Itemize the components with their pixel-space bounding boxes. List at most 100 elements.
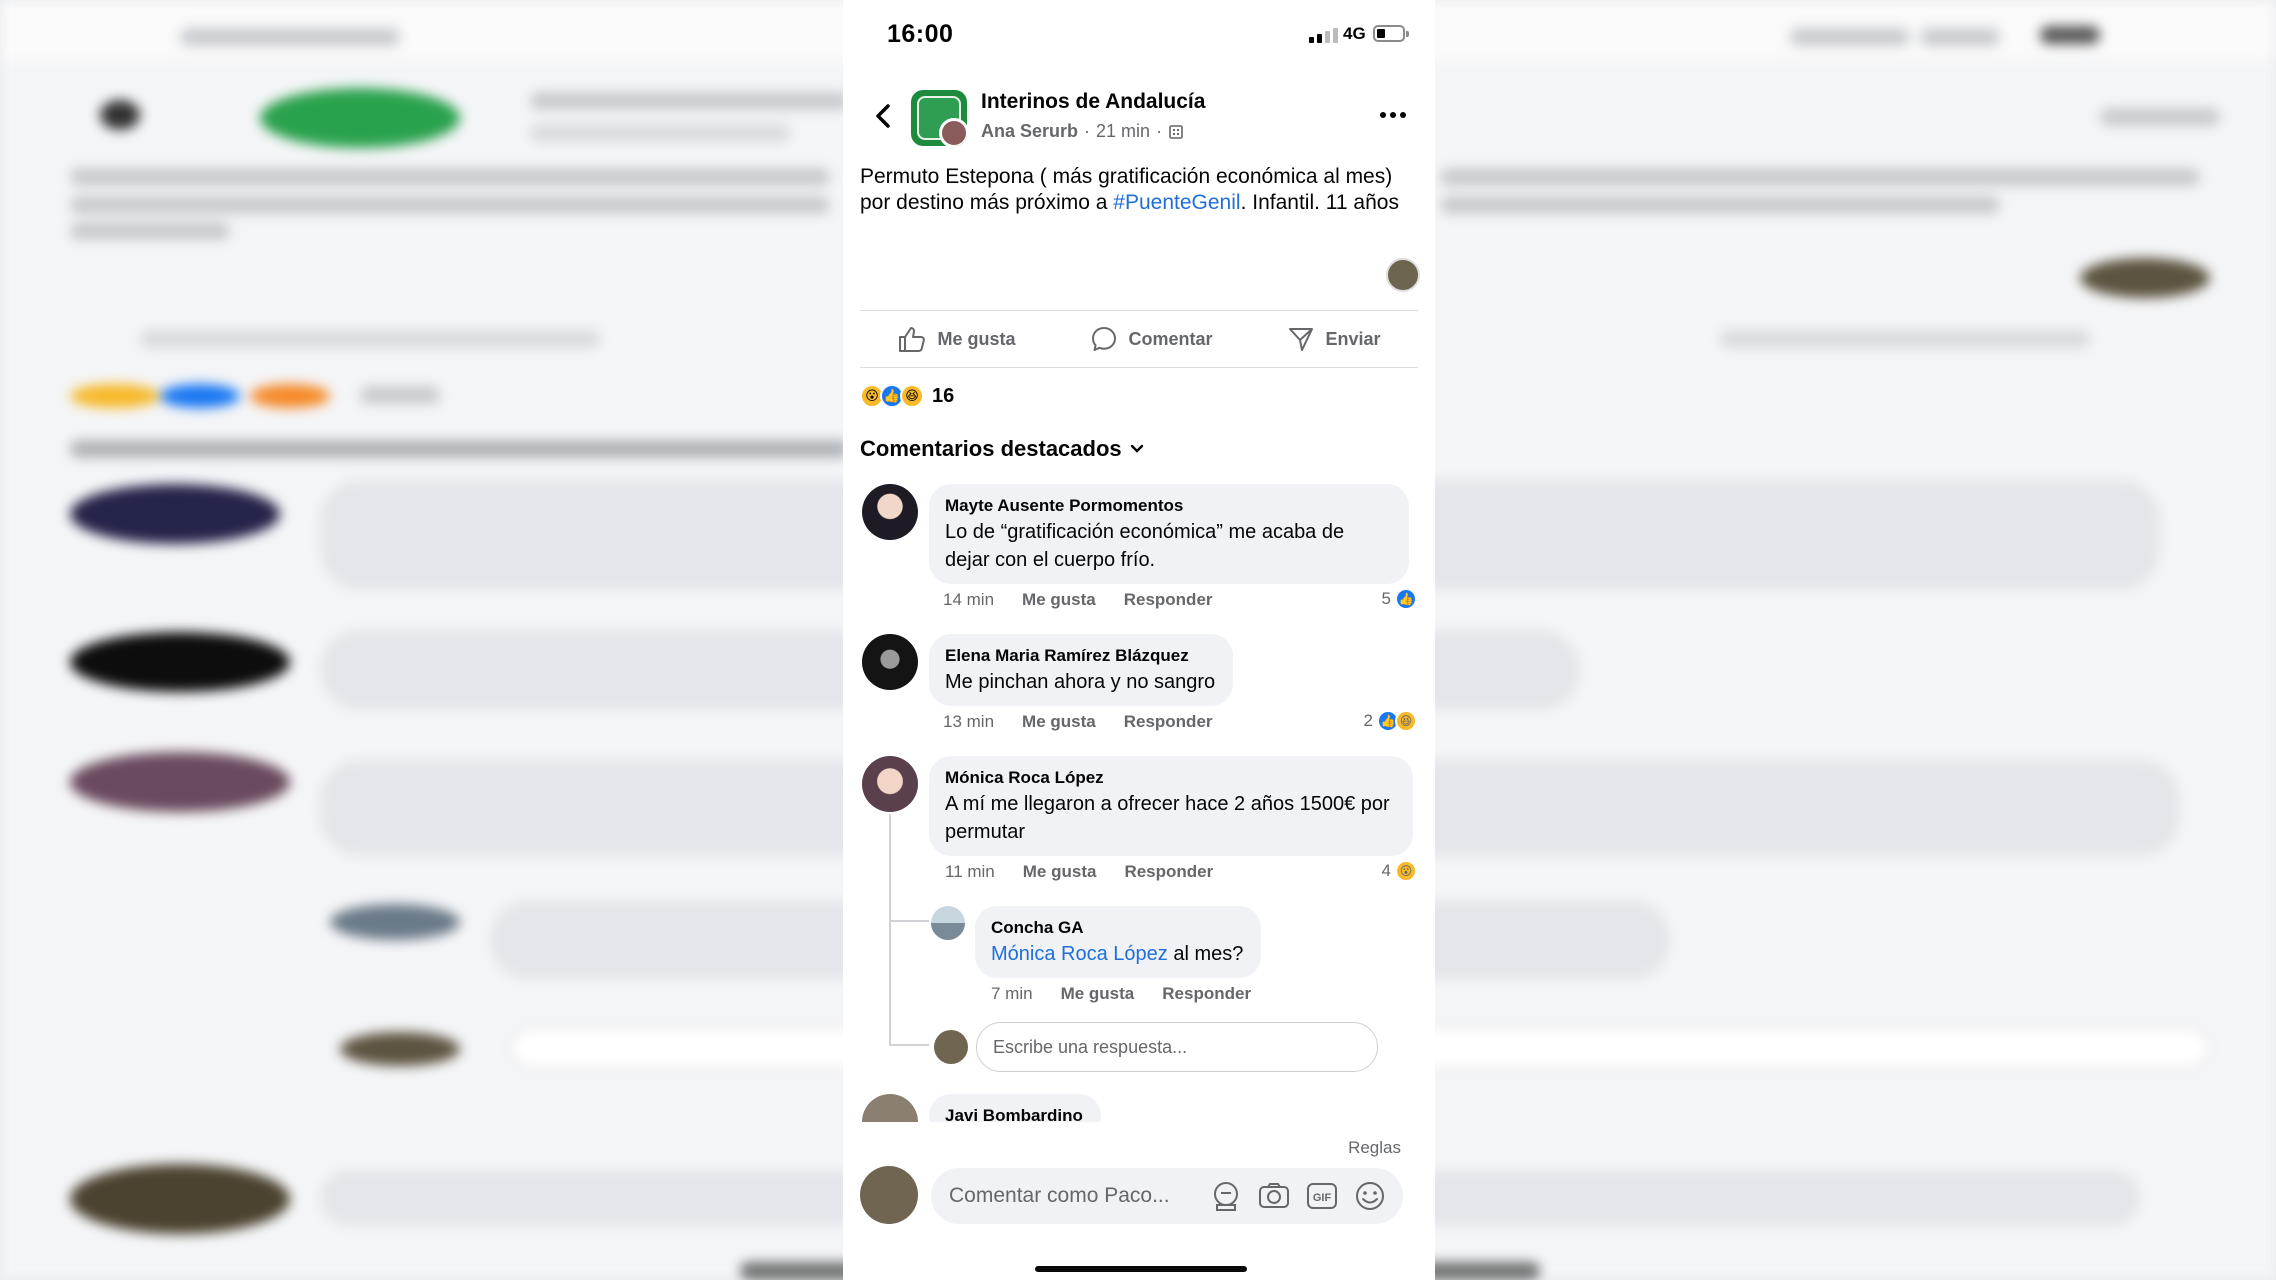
hashtag-link[interactable]: #PuenteGenil bbox=[1113, 191, 1240, 214]
comment-like-button[interactable]: Me gusta bbox=[1023, 862, 1097, 882]
back-button[interactable] bbox=[863, 96, 903, 136]
emoji-icon[interactable] bbox=[1353, 1179, 1387, 1213]
reply-text-body: al mes? bbox=[1167, 943, 1244, 965]
replier-name[interactable]: Concha GA bbox=[991, 916, 1243, 940]
replier-avatar[interactable] bbox=[931, 906, 965, 940]
comment-reactions[interactable]: 2 👍 😆 bbox=[1364, 710, 1417, 732]
comment-reaction-count: 5 bbox=[1381, 589, 1391, 608]
comment-text: Me pinchan ahora y no sangro bbox=[945, 671, 1216, 693]
comment-bubble-icon bbox=[1092, 327, 1117, 351]
comment-time: 13 min bbox=[943, 712, 995, 731]
thumbs-up-icon bbox=[899, 327, 926, 352]
reply-input[interactable]: Escribe una respuesta... bbox=[976, 1022, 1378, 1072]
comment-text: Lo de “gratificación económica” me acaba… bbox=[945, 521, 1345, 571]
post-action-bar: Me gusta Comentar Enviar bbox=[860, 310, 1418, 368]
like-button[interactable]: Me gusta bbox=[897, 325, 1016, 353]
comment-reaction-count: 2 bbox=[1363, 711, 1373, 730]
reply-text: Mónica Roca López al mes? bbox=[991, 940, 1243, 968]
meta-separator: · bbox=[1156, 121, 1163, 141]
commenter-name[interactable]: Mónica Roca López bbox=[945, 766, 1395, 790]
more-options-button[interactable] bbox=[1373, 100, 1413, 130]
status-time: 16:00 bbox=[887, 20, 954, 48]
like-label: Me gusta bbox=[937, 328, 1016, 349]
commenter-avatar[interactable] bbox=[862, 634, 918, 690]
comment-composer-bar: Reglas Comentar como Paco... GIF bbox=[843, 1122, 1435, 1280]
post-text: Permuto Estepona ( más gratificación eco… bbox=[860, 164, 1420, 216]
post-header: Interinos de Andalucía Ana Serurb · 21 m… bbox=[843, 84, 1435, 154]
wow-reaction-icon: 😮 bbox=[1395, 860, 1417, 882]
comment-bubble[interactable]: Elena Maria Ramírez Blázquez Me pinchan … bbox=[929, 634, 1234, 706]
reply-bubble[interactable]: Concha GA Mónica Roca López al mes? bbox=[975, 906, 1262, 978]
composer-placeholder: Comentar como Paco... bbox=[949, 1184, 1170, 1207]
reply-reply-button[interactable]: Responder bbox=[1162, 984, 1251, 1004]
status-bar: 16:00 4G bbox=[843, 0, 1435, 72]
viewer-avatar bbox=[1386, 258, 1420, 292]
comment-bubble[interactable]: Mayte Ausente Pormomentos Lo de “gratifi… bbox=[929, 484, 1409, 584]
comments-filter-dropdown[interactable]: Comentarios destacados bbox=[860, 436, 1144, 462]
thread-line bbox=[889, 814, 891, 1046]
comment-meta: 13 min Me gusta Responder bbox=[943, 712, 1213, 732]
chevron-down-icon bbox=[1130, 444, 1143, 453]
group-name[interactable]: Interinos de Andalucía bbox=[981, 90, 1205, 114]
reaction-summary[interactable]: 😮 👍 😆 16 bbox=[860, 384, 954, 408]
commenter-avatar[interactable] bbox=[862, 756, 918, 812]
post-text-after: . Infantil. 11 años bbox=[1240, 191, 1399, 214]
comment-bubble[interactable]: Mónica Roca López A mí me llegaron a ofr… bbox=[929, 756, 1413, 856]
comment-meta: 14 min Me gusta Responder bbox=[943, 590, 1213, 610]
post-time[interactable]: 21 min bbox=[1096, 121, 1150, 142]
home-indicator bbox=[1035, 1266, 1247, 1272]
haha-reaction-icon: 😆 bbox=[1395, 710, 1417, 732]
comment-time: 11 min bbox=[945, 862, 995, 881]
post-meta: Ana Serurb · 21 min · bbox=[981, 121, 1184, 142]
commenter-avatar[interactable] bbox=[862, 484, 918, 540]
author-avatar bbox=[939, 118, 967, 146]
svg-text:GIF: GIF bbox=[1313, 1192, 1332, 1204]
comment-reply-button[interactable]: Responder bbox=[1124, 712, 1213, 732]
composer-icons: GIF bbox=[1209, 1179, 1403, 1213]
thread-line bbox=[889, 1044, 929, 1046]
comment-label: Comentar bbox=[1128, 328, 1213, 349]
comment-reaction-count: 4 bbox=[1381, 861, 1391, 880]
reply-meta: 7 min Me gusta Responder bbox=[991, 984, 1251, 1004]
comments-filter-label: Comentarios destacados bbox=[860, 436, 1122, 461]
reaction-count: 16 bbox=[932, 384, 955, 407]
chevron-left-icon bbox=[876, 104, 890, 128]
camera-icon[interactable] bbox=[1257, 1179, 1291, 1213]
send-label: Enviar bbox=[1325, 328, 1381, 349]
reply-mention-link[interactable]: Mónica Roca López bbox=[991, 943, 1168, 965]
like-reaction-icon: 👍 bbox=[1395, 588, 1417, 610]
rules-link[interactable]: Reglas bbox=[1348, 1138, 1401, 1158]
comment-meta: 11 min Me gusta Responder bbox=[945, 862, 1213, 882]
viewer-reply-avatar bbox=[934, 1030, 968, 1064]
comment-like-button[interactable]: Me gusta bbox=[1022, 712, 1096, 732]
thread-line bbox=[889, 920, 929, 922]
comment-reactions[interactable]: 5 👍 bbox=[1382, 588, 1417, 610]
comment-like-button[interactable]: Me gusta bbox=[1022, 590, 1096, 610]
haha-reaction-icon: 😆 bbox=[900, 384, 924, 408]
reply-time: 7 min bbox=[991, 984, 1033, 1003]
comment-reply-button[interactable]: Responder bbox=[1124, 590, 1213, 610]
reply-like-button[interactable]: Me gusta bbox=[1061, 984, 1135, 1004]
avatar-sticker-icon[interactable] bbox=[1209, 1179, 1243, 1213]
comment-reactions[interactable]: 4 😮 bbox=[1382, 860, 1417, 882]
comment-text: A mí me llegaron a ofrecer hace 2 años 1… bbox=[945, 793, 1390, 843]
network-label: 4G bbox=[1343, 24, 1366, 43]
comment-button[interactable]: Comentar bbox=[1090, 325, 1212, 353]
commenter-name[interactable]: Mayte Ausente Pormomentos bbox=[945, 494, 1391, 518]
send-icon bbox=[1289, 328, 1314, 351]
reply-input-placeholder: Escribe una respuesta... bbox=[993, 1036, 1188, 1057]
comment-composer-input[interactable]: Comentar como Paco... GIF bbox=[931, 1168, 1403, 1224]
phone-screen: 16:00 4G Interinos de Andalucía Ana Seru… bbox=[843, 0, 1435, 1280]
send-button[interactable]: Enviar bbox=[1287, 325, 1380, 353]
post-author[interactable]: Ana Serurb bbox=[981, 121, 1078, 142]
comment-time: 14 min bbox=[943, 590, 995, 609]
comment-reply-button[interactable]: Responder bbox=[1124, 862, 1213, 882]
group-avatar[interactable] bbox=[911, 90, 967, 146]
group-audience-icon bbox=[1169, 124, 1183, 139]
gif-icon[interactable]: GIF bbox=[1305, 1179, 1339, 1213]
battery-icon bbox=[1373, 25, 1409, 42]
composer-avatar bbox=[860, 1166, 918, 1224]
meta-separator: · bbox=[1084, 121, 1091, 141]
signal-icon bbox=[1309, 28, 1338, 43]
commenter-name[interactable]: Elena Maria Ramírez Blázquez bbox=[945, 644, 1215, 668]
